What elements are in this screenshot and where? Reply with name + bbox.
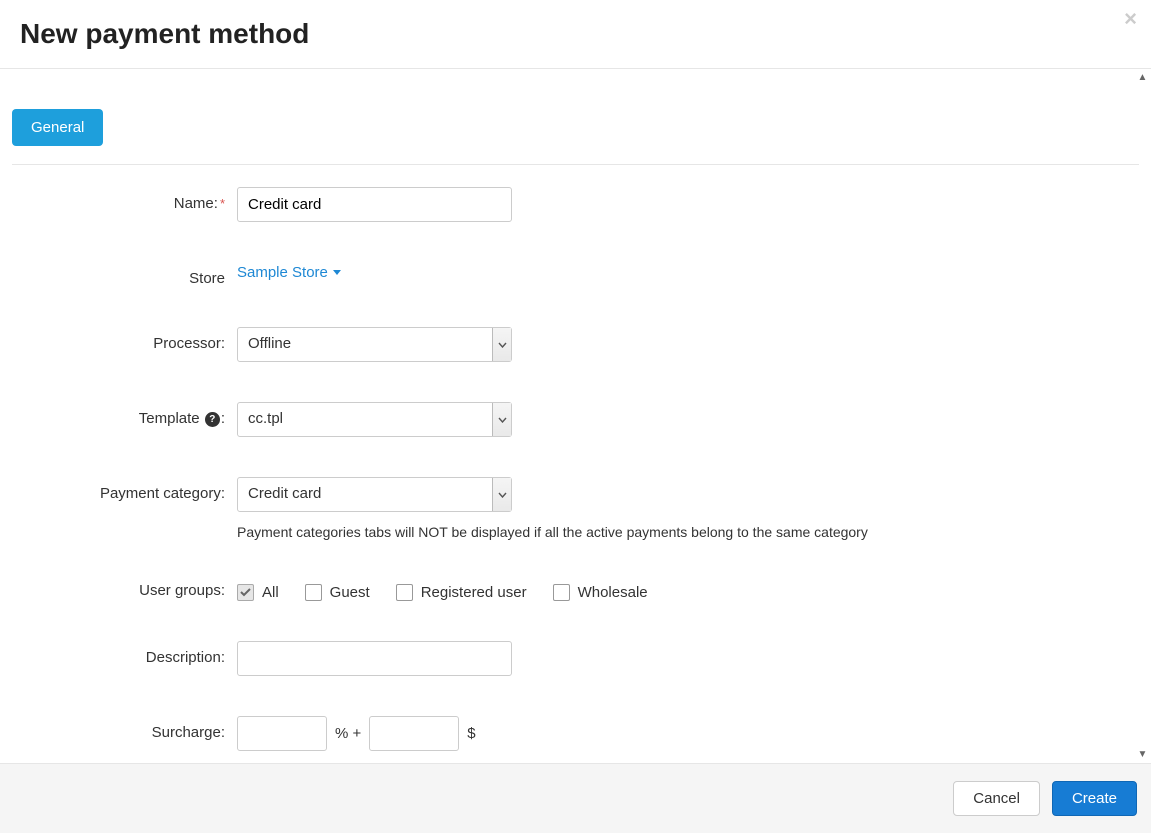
- user-group-label: Guest: [330, 584, 370, 601]
- modal-footer: Cancel Create: [0, 763, 1151, 833]
- label-payment-category: Payment category:: [12, 477, 237, 502]
- checkbox-icon: [396, 584, 413, 601]
- user-group-label: Wholesale: [578, 584, 648, 601]
- surcharge-fixed-input[interactable]: [369, 716, 459, 751]
- template-select[interactable]: cc.tpl: [237, 402, 512, 437]
- scroll-up-arrow-icon[interactable]: ▲: [1136, 71, 1149, 84]
- row-description: Description:: [12, 641, 1139, 676]
- modal-body: General Name:* Store Sample Store: [0, 69, 1151, 763]
- create-button[interactable]: Create: [1052, 781, 1137, 816]
- row-processor: Processor: Offline: [12, 327, 1139, 362]
- label-processor: Processor:: [12, 327, 237, 352]
- template-value: cc.tpl: [238, 403, 492, 436]
- row-payment-category: Payment category: Credit card Payment ca…: [12, 477, 1139, 540]
- description-input[interactable]: [237, 641, 512, 676]
- select-arrow-icon: [492, 328, 511, 361]
- label-name: Name:*: [12, 187, 237, 212]
- label-user-groups: User groups:: [12, 580, 237, 599]
- name-input[interactable]: [237, 187, 512, 222]
- user-group-option[interactable]: Wholesale: [553, 584, 648, 601]
- modal-header: New payment method ×: [0, 0, 1151, 69]
- help-icon[interactable]: ?: [205, 412, 220, 427]
- scroll-down-arrow-icon[interactable]: ▼: [1136, 748, 1149, 761]
- required-star-icon: *: [220, 196, 225, 211]
- surcharge-percent-input[interactable]: [237, 716, 327, 751]
- checkbox-icon: [553, 584, 570, 601]
- checkbox-icon: [305, 584, 322, 601]
- payment-category-hint: Payment categories tabs will NOT be disp…: [237, 524, 1139, 540]
- processor-select[interactable]: Offline: [237, 327, 512, 362]
- modal-body-wrap: ▲ ▼ General Name:* Store Sample Store: [0, 69, 1151, 763]
- select-arrow-icon: [492, 478, 511, 511]
- caret-down-icon: [333, 270, 341, 275]
- user-group-option[interactable]: Guest: [305, 584, 370, 601]
- close-icon[interactable]: ×: [1124, 6, 1137, 32]
- row-surcharge: Surcharge: % + $: [12, 716, 1139, 751]
- label-template: Template ?:: [12, 402, 237, 427]
- payment-category-value: Credit card: [238, 478, 492, 511]
- store-value: Sample Store: [237, 264, 328, 281]
- surcharge-pct-symbol: % +: [335, 725, 361, 742]
- row-store: Store Sample Store: [12, 262, 1139, 287]
- user-group-label: Registered user: [421, 584, 527, 601]
- user-group-label: All: [262, 584, 279, 601]
- label-surcharge: Surcharge:: [12, 716, 237, 741]
- user-group-option[interactable]: Registered user: [396, 584, 527, 601]
- modal-title: New payment method: [20, 18, 1131, 50]
- user-groups-checkboxes: All Guest Registered user Wholesale: [237, 580, 1139, 601]
- row-user-groups: User groups: All Guest Registered user Whol…: [12, 580, 1139, 601]
- payment-category-select[interactable]: Credit card: [237, 477, 512, 512]
- label-description: Description:: [12, 641, 237, 666]
- new-payment-method-modal: New payment method × ▲ ▼ General Name:* …: [0, 0, 1151, 833]
- label-store: Store: [12, 262, 237, 287]
- processor-value: Offline: [238, 328, 492, 361]
- row-name: Name:*: [12, 187, 1139, 222]
- select-arrow-icon: [492, 403, 511, 436]
- surcharge-currency-symbol: $: [467, 725, 475, 742]
- checkbox-checked-icon: [237, 584, 254, 601]
- cancel-button[interactable]: Cancel: [953, 781, 1040, 816]
- row-template: Template ?: cc.tpl: [12, 402, 1139, 437]
- store-picker[interactable]: Sample Store: [237, 264, 341, 281]
- tab-general[interactable]: General: [12, 109, 103, 146]
- user-group-option[interactable]: All: [237, 584, 279, 601]
- tab-divider: [12, 164, 1139, 165]
